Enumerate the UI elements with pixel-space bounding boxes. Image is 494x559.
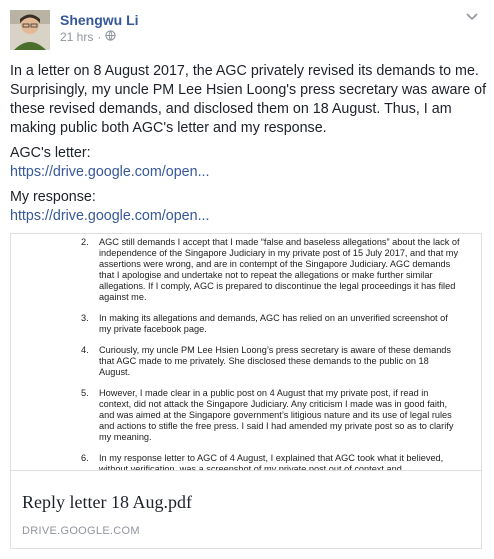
item-text: However, I made clear in a public post o… — [99, 388, 454, 442]
item-text: In making its allegations and demands, A… — [99, 313, 448, 334]
post-paragraph: In a letter on 8 August 2017, the AGC pr… — [10, 63, 487, 136]
item-number: 6. — [81, 453, 89, 463]
agc-letter-link[interactable]: https://drive.google.com/open... — [10, 163, 488, 182]
meta-separator: · — [97, 30, 102, 44]
author-name[interactable]: Shengwu Li — [60, 12, 139, 28]
agc-letter-label: AGC's letter: — [10, 145, 91, 161]
post-body: In a letter on 8 August 2017, the AGC pr… — [10, 62, 488, 232]
item-text: In my response letter to AGC of 4 August… — [99, 453, 444, 471]
document-text: 2. AGC still demands I accept that I mad… — [81, 237, 461, 471]
item-number: 5. — [81, 388, 89, 398]
attachment-domain: DRIVE.GOOGLE.COM — [22, 525, 140, 537]
item-number: 3. — [81, 313, 89, 323]
author-avatar[interactable] — [10, 10, 50, 50]
document-item: 2. AGC still demands I accept that I mad… — [81, 237, 461, 303]
chevron-down-icon[interactable] — [464, 8, 480, 24]
document-preview[interactable]: 2. AGC still demands I accept that I mad… — [11, 234, 481, 471]
item-number: 4. — [81, 345, 89, 355]
response-label: My response: — [10, 189, 96, 205]
document-item: 4. Curiously, my uncle PM Lee Hsien Loon… — [81, 345, 461, 378]
facebook-post: Shengwu Li 21 hrs · In a letter on 8 Aug… — [0, 0, 494, 559]
post-timestamp[interactable]: 21 hrs — [60, 30, 93, 44]
document-item: 3. In making its allegations and demands… — [81, 313, 461, 335]
document-item: 5. However, I made clear in a public pos… — [81, 388, 461, 443]
globe-icon[interactable] — [105, 30, 116, 44]
attachment-card[interactable]: 2. AGC still demands I accept that I mad… — [10, 233, 482, 549]
document-item: 6. In my response letter to AGC of 4 Aug… — [81, 453, 461, 471]
post-meta: 21 hrs · — [60, 30, 116, 44]
attachment-title[interactable]: Reply letter 18 Aug.pdf — [22, 492, 192, 513]
item-text: Curiously, my uncle PM Lee Hsien Loong’s… — [99, 345, 452, 377]
item-number: 2. — [81, 237, 89, 247]
item-text: AGC still demands I accept that I made “… — [99, 237, 460, 302]
response-link[interactable]: https://drive.google.com/open... — [10, 207, 488, 226]
